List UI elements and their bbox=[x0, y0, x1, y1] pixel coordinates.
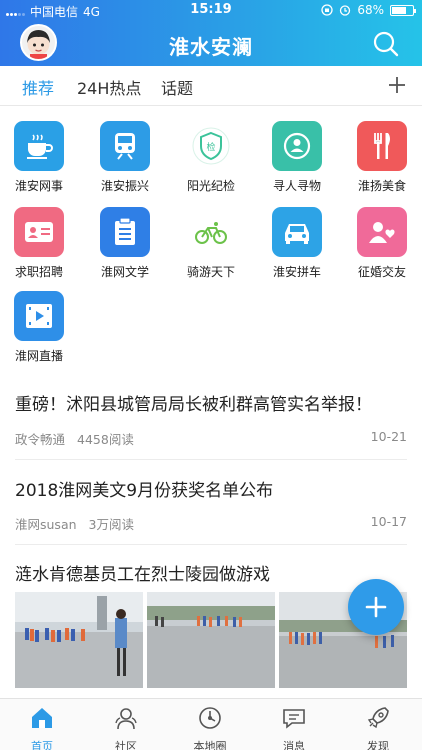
bicycle-icon bbox=[186, 207, 236, 257]
add-tab-button[interactable] bbox=[386, 74, 408, 96]
compose-button[interactable] bbox=[348, 579, 404, 635]
couple-icon bbox=[357, 207, 407, 257]
divider bbox=[15, 544, 407, 545]
id-card-icon bbox=[14, 207, 64, 257]
plus-icon bbox=[389, 77, 405, 93]
nav-label: 本地圈 bbox=[193, 740, 227, 750]
grid-item-dating[interactable]: 征婚交友 bbox=[343, 207, 421, 280]
article-reads: 4458阅读 bbox=[77, 432, 134, 447]
grid-item-huaian-news[interactable]: 淮安网事 bbox=[0, 121, 78, 194]
alarm-icon bbox=[340, 5, 351, 16]
teacup-icon bbox=[14, 121, 64, 171]
fork-knife-icon bbox=[357, 121, 407, 171]
article-item[interactable]: 涟水肯德基员工在烈士陵园做游戏 bbox=[15, 560, 407, 585]
car-icon bbox=[272, 207, 322, 257]
tab-recommend[interactable]: 推荐 bbox=[22, 75, 54, 99]
status-bar: 中国电信 4G 15:19 68% bbox=[0, 0, 422, 20]
article-photo bbox=[147, 592, 275, 688]
grid-item-label: 淮网直播 bbox=[14, 349, 63, 363]
article-item[interactable]: 重磅！沭阳县城管局局长被利群高管实名举报！ bbox=[15, 390, 407, 415]
message-icon bbox=[283, 709, 305, 729]
article-title: 2018淮网美文9月份获奖名单公布 bbox=[15, 481, 274, 501]
nav-messages[interactable]: 消息 bbox=[264, 705, 324, 750]
nav-label: 消息 bbox=[283, 740, 305, 750]
grid-item-huaian-revival[interactable]: 淮安振兴 bbox=[86, 121, 164, 194]
grid-item-label: 淮安网事 bbox=[14, 179, 63, 193]
nav-home[interactable]: 首页 bbox=[12, 705, 72, 750]
video-icon bbox=[14, 291, 64, 341]
bottom-nav: 首页 社区 本地圈 消息 发现 bbox=[0, 698, 422, 750]
grid-item-label: 淮网文学 bbox=[100, 265, 149, 279]
grid-item-label: 淮扬美食 bbox=[357, 179, 406, 193]
grid-item-cycling[interactable]: 骑游天下 bbox=[172, 207, 250, 280]
grid-item-jobs[interactable]: 求职招聘 bbox=[0, 207, 78, 280]
article-date: 10-21 bbox=[370, 429, 407, 444]
article-source: 政令畅通 bbox=[15, 432, 66, 447]
grid-item-lost-and-found[interactable]: 寻人寻物 bbox=[258, 121, 336, 194]
grid-item-literature[interactable]: 淮网文学 bbox=[86, 207, 164, 280]
grid-item-label: 骑游天下 bbox=[186, 265, 235, 279]
article-meta: 淮网susan 3万阅读 bbox=[15, 514, 134, 533]
nav-community[interactable]: 社区 bbox=[96, 705, 156, 750]
grid-item-label: 寻人寻物 bbox=[272, 179, 321, 193]
train-icon bbox=[100, 121, 150, 171]
search-icon bbox=[373, 31, 399, 57]
grid-item-label: 征婚交友 bbox=[357, 265, 406, 279]
grid-item-label: 阳光纪检 bbox=[186, 179, 235, 193]
plus-icon bbox=[365, 596, 387, 618]
article-source: 淮网susan bbox=[15, 517, 77, 532]
document-icon bbox=[100, 207, 150, 257]
nav-label: 社区 bbox=[115, 740, 137, 750]
grid-item-label: 淮安拼车 bbox=[272, 265, 321, 279]
article-meta: 政令畅通 4458阅读 bbox=[15, 429, 134, 448]
battery-percent: 68% bbox=[357, 3, 384, 17]
article-photo bbox=[15, 592, 143, 688]
svg-text:检: 检 bbox=[206, 141, 215, 153]
grid-item-carpool[interactable]: 淮安拼车 bbox=[258, 207, 336, 280]
home-icon bbox=[32, 708, 52, 728]
article-date: 10-17 bbox=[370, 514, 407, 529]
nav-label: 首页 bbox=[31, 740, 53, 750]
divider bbox=[15, 459, 407, 460]
rotation-lock-icon bbox=[321, 4, 333, 16]
app-header: 中国电信 4G 15:19 68% 淮水安澜 bbox=[0, 0, 422, 66]
article-title: 重磅！沭阳县城管局局长被利群高管实名举报！ bbox=[15, 395, 372, 415]
tab-bar: 推荐 24H热点 话题 bbox=[0, 66, 422, 106]
article-title: 涟水肯德基员工在烈士陵园做游戏 bbox=[15, 565, 270, 585]
nav-discover[interactable]: 发现 bbox=[348, 705, 408, 750]
search-button[interactable] bbox=[372, 30, 400, 58]
person-search-icon bbox=[272, 121, 322, 171]
tab-24h-hot[interactable]: 24H热点 bbox=[77, 75, 141, 99]
rocket-icon bbox=[367, 707, 389, 729]
nav-label: 发现 bbox=[367, 740, 389, 750]
nav-local-circle[interactable]: 本地圈 bbox=[180, 705, 240, 750]
grid-item-label: 淮安振兴 bbox=[100, 179, 149, 193]
grid-item-label: 求职招聘 bbox=[14, 265, 63, 279]
local-circle-icon bbox=[199, 707, 221, 729]
battery-icon bbox=[390, 4, 416, 16]
grid-item-sunshine-inspection[interactable]: 检 阳光纪检 bbox=[172, 121, 250, 194]
grid-item-huaiyang-food[interactable]: 淮扬美食 bbox=[343, 121, 421, 194]
community-icon bbox=[115, 708, 137, 730]
article-item[interactable]: 2018淮网美文9月份获奖名单公布 bbox=[15, 476, 407, 501]
article-reads: 3万阅读 bbox=[88, 517, 134, 532]
tab-topics[interactable]: 话题 bbox=[161, 75, 193, 99]
page-title: 淮水安澜 bbox=[169, 35, 253, 59]
badge-icon: 检 bbox=[186, 121, 236, 171]
grid-item-live[interactable]: 淮网直播 bbox=[0, 291, 78, 364]
